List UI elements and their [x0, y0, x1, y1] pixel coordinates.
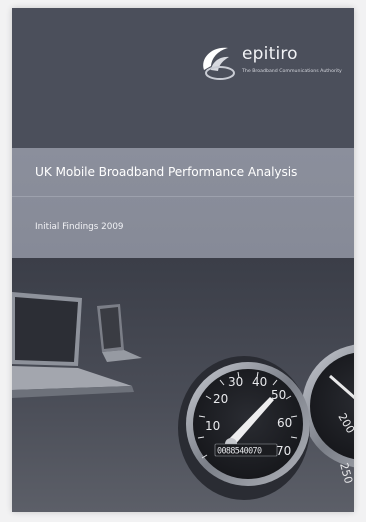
odometer-readout: 0088540070: [217, 446, 262, 456]
header-panel: epitiro The Broadband Communications Aut…: [12, 8, 354, 148]
report-subtitle: Initial Findings 2009: [35, 222, 124, 232]
swirl-logo-icon: [203, 47, 235, 80]
gauge-tick: 40: [252, 375, 267, 389]
brand-name: epitiro: [242, 44, 298, 64]
gauge-tick: 10: [205, 419, 220, 433]
report-title: UK Mobile Broadband Performance Analysis: [35, 165, 298, 179]
brand-tagline: The Broadband Communications Authority: [242, 69, 342, 74]
speedometer-gauge: 10 20 30 40 50 60 70 0088540070: [178, 356, 310, 500]
gauge-tick: 20: [213, 392, 228, 406]
title-divider: [12, 196, 354, 197]
gauge-tick: 70: [276, 444, 291, 458]
gauge-tick: 60: [277, 416, 292, 430]
cover-photo: 200 250 10 20 30 40 50 60 70 0088540070: [12, 258, 354, 512]
gauge-tick: 30: [228, 375, 243, 389]
brand-logo: epitiro The Broadband Communications Aut…: [198, 40, 348, 90]
report-cover: epitiro The Broadband Communications Aut…: [12, 8, 354, 512]
